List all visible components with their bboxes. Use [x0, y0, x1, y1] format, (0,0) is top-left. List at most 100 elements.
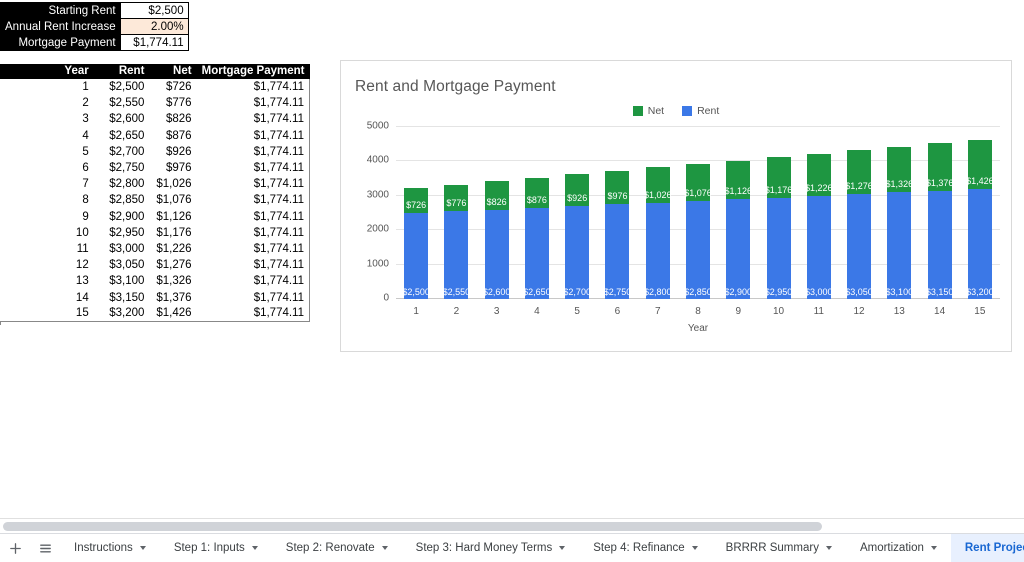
bar-segment-net[interactable]: $1,326 [886, 146, 913, 193]
bar-stack[interactable]: $826 $2,600 [483, 181, 510, 299]
bar-group[interactable]: $1,426 $3,200 15 [960, 127, 1000, 317]
chevron-down-icon[interactable] [381, 546, 388, 550]
chevron-down-icon[interactable] [930, 546, 937, 550]
sheet-tab[interactable]: Amortization [846, 534, 951, 562]
bar-segment-net[interactable]: $1,126 [724, 160, 752, 200]
bar-group[interactable]: $1,326 $3,100 13 [879, 127, 919, 317]
cell-year[interactable]: 8 [0, 192, 94, 209]
cell-net[interactable]: $926 [149, 143, 197, 160]
bar-stack[interactable]: $776 $2,550 [443, 184, 470, 299]
bar-stack[interactable]: $1,326 $3,100 [886, 146, 913, 299]
bar-stack[interactable]: $1,076 $2,850 [684, 163, 712, 299]
cell-year[interactable]: 4 [0, 127, 94, 144]
bar-group[interactable]: $1,126 $2,900 9 [718, 127, 758, 317]
bar-stack[interactable]: $1,176 $2,950 [765, 157, 792, 299]
chevron-down-icon[interactable] [251, 546, 258, 550]
cell-year[interactable]: 9 [0, 208, 94, 225]
bar-segment-rent[interactable]: $3,150 [926, 190, 953, 299]
bar-stack[interactable]: $976 $2,750 [604, 170, 631, 299]
bar-segment-net[interactable]: $1,226 [805, 153, 833, 196]
bar-segment-net[interactable]: $1,176 [765, 157, 792, 198]
cell-mortgage-payment[interactable]: $1,774.11 [196, 79, 310, 96]
input-value-cell[interactable]: 2.00% [119, 18, 189, 35]
bar-segment-net[interactable]: $1,026 [644, 167, 671, 203]
bar-group[interactable]: $926 $2,700 5 [557, 127, 597, 317]
bar-segment-net[interactable]: $776 [444, 184, 469, 212]
input-value-cell[interactable]: $1,774.11 [119, 34, 189, 51]
bar-stack[interactable]: $876 $2,650 [523, 177, 551, 299]
sheet-tab[interactable]: Step 3: Hard Money Terms [402, 534, 580, 562]
bar-segment-rent[interactable]: $2,700 [563, 206, 591, 299]
cell-rent[interactable]: $3,000 [93, 240, 150, 258]
cell-rent[interactable]: $2,850 [93, 192, 150, 209]
bar-segment-rent[interactable]: $3,100 [886, 192, 913, 299]
sheet-tab[interactable]: BRRRR Summary [712, 534, 846, 562]
cell-mortgage-payment[interactable]: $1,774.11 [196, 176, 310, 193]
sheet-tab-active[interactable]: Rent Projection [950, 533, 1024, 562]
bar-group[interactable]: $776 $2,550 2 [436, 127, 476, 317]
cell-rent[interactable]: $2,550 [93, 95, 150, 112]
bar-segment-net[interactable]: $876 [524, 177, 549, 208]
cell-mortgage-payment[interactable]: $1,774.11 [196, 127, 310, 144]
bar-segment-rent[interactable]: $2,650 [523, 207, 551, 299]
cell-mortgage-payment[interactable]: $1,774.11 [196, 192, 310, 209]
cell-net[interactable]: $776 [149, 95, 197, 112]
bar-group[interactable]: $1,276 $3,050 12 [839, 127, 879, 317]
chevron-down-icon[interactable] [825, 546, 832, 550]
cell-net[interactable]: $1,326 [149, 273, 197, 290]
cell-net[interactable]: $1,126 [149, 208, 197, 225]
cell-mortgage-payment[interactable]: $1,774.11 [196, 305, 310, 323]
bar-segment-rent[interactable]: $2,500 [402, 213, 430, 299]
bar-segment-net[interactable]: $826 [484, 181, 509, 210]
cell-rent[interactable]: $2,800 [93, 176, 150, 193]
bar-stack[interactable]: $1,426 $3,200 [966, 139, 994, 299]
cell-year[interactable]: 11 [0, 240, 94, 258]
cell-mortgage-payment[interactable]: $1,774.11 [196, 273, 310, 290]
bar-stack[interactable]: $1,026 $2,800 [644, 167, 671, 299]
all-sheets-icon[interactable] [30, 534, 60, 562]
bar-group[interactable]: $1,176 $2,950 10 [758, 127, 798, 317]
horizontal-scrollbar-thumb[interactable] [3, 522, 822, 531]
cell-rent[interactable]: $2,600 [93, 111, 150, 128]
bar-stack[interactable]: $926 $2,700 [563, 174, 591, 299]
bar-segment-rent[interactable]: $2,900 [724, 199, 752, 299]
input-value-cell[interactable]: $2,500 [119, 2, 189, 19]
bar-group[interactable]: $1,226 $3,000 11 [799, 127, 839, 317]
cell-mortgage-payment[interactable]: $1,774.11 [196, 111, 310, 128]
cell-rent[interactable]: $2,650 [93, 127, 150, 144]
bar-group[interactable]: $726 $2,500 1 [396, 127, 436, 317]
sheet-tab[interactable]: Step 2: Renovate [272, 534, 402, 562]
chevron-down-icon[interactable] [139, 546, 146, 550]
cell-year[interactable]: 2 [0, 95, 94, 112]
cell-net[interactable]: $1,376 [149, 289, 197, 306]
chevron-down-icon[interactable] [559, 546, 566, 550]
cell-rent[interactable]: $2,900 [93, 208, 150, 225]
cell-rent[interactable]: $2,700 [93, 143, 150, 160]
cell-mortgage-payment[interactable]: $1,774.11 [196, 95, 310, 112]
bar-segment-rent[interactable]: $3,050 [845, 194, 873, 299]
bar-segment-rent[interactable]: $2,950 [765, 197, 792, 299]
cell-rent[interactable]: $2,750 [93, 159, 150, 177]
bar-group[interactable]: $976 $2,750 6 [597, 127, 637, 317]
cell-rent[interactable]: $2,500 [93, 79, 150, 96]
cell-year[interactable]: 6 [0, 159, 94, 177]
cell-mortgage-payment[interactable]: $1,774.11 [196, 289, 310, 306]
cell-year[interactable]: 7 [0, 176, 94, 193]
cell-rent[interactable]: $3,200 [93, 305, 150, 323]
bar-stack[interactable]: $1,226 $3,000 [805, 153, 833, 299]
legend-item[interactable]: Net [632, 105, 664, 117]
bar-segment-rent[interactable]: $3,200 [966, 188, 994, 299]
cell-year[interactable]: 13 [0, 273, 94, 290]
bar-segment-rent[interactable]: $2,550 [443, 211, 470, 299]
horizontal-scrollbar-track[interactable] [0, 518, 1024, 532]
cell-net[interactable]: $826 [149, 111, 197, 128]
bar-stack[interactable]: $1,276 $3,050 [845, 150, 873, 299]
bar-segment-rent[interactable]: $2,800 [644, 202, 671, 299]
cell-year[interactable]: 12 [0, 257, 94, 274]
bar-segment-net[interactable]: $1,376 [926, 143, 953, 191]
bar-group[interactable]: $826 $2,600 3 [477, 127, 517, 317]
bar-segment-net[interactable]: $1,426 [966, 139, 994, 189]
bar-group[interactable]: $1,376 $3,150 14 [919, 127, 959, 317]
bar-segment-net[interactable]: $976 [605, 170, 630, 205]
cell-net[interactable]: $726 [149, 79, 197, 96]
